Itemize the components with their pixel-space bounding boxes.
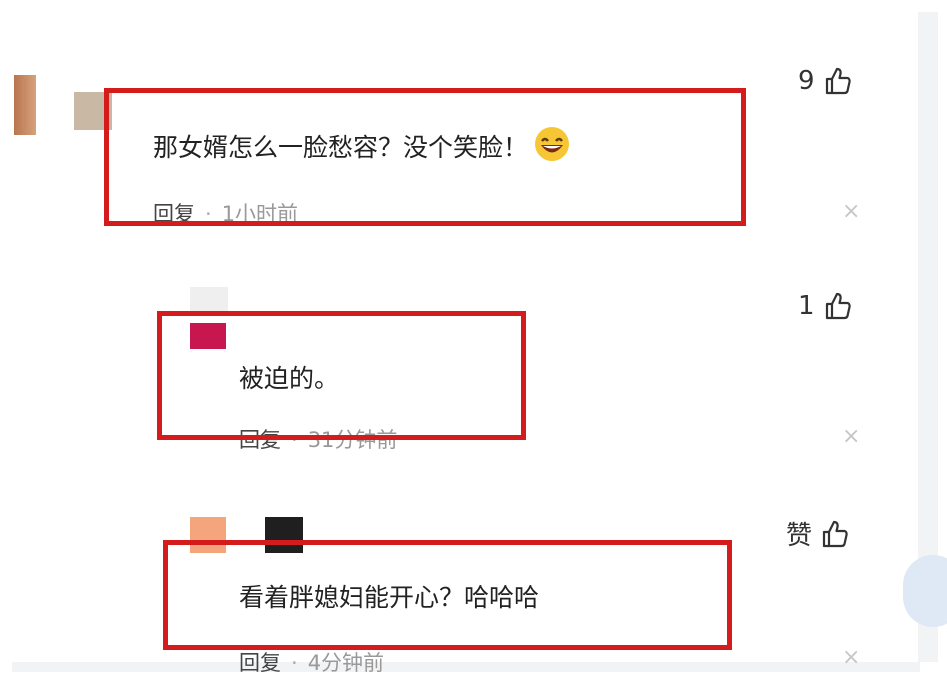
- thumbs-up-icon: [825, 67, 851, 95]
- highlight-box: [157, 311, 526, 440]
- separator-dot: ·: [291, 651, 298, 675]
- like-button[interactable]: 1: [798, 291, 853, 321]
- thumbs-up-icon: [822, 520, 848, 547]
- like-button[interactable]: 9: [798, 66, 853, 96]
- like-count: 1: [798, 291, 815, 321]
- bottom-gutter: [12, 662, 920, 672]
- close-icon[interactable]: ×: [842, 645, 860, 670]
- close-icon[interactable]: ×: [842, 424, 860, 449]
- reply-button[interactable]: 回复: [239, 651, 281, 675]
- like-count: 9: [798, 66, 815, 96]
- close-icon[interactable]: ×: [842, 199, 860, 224]
- avatar[interactable]: [14, 75, 36, 135]
- comment-time: 4分钟前: [307, 651, 385, 675]
- like-button[interactable]: 赞: [786, 515, 850, 552]
- thumbs-up-icon: [825, 292, 851, 320]
- floating-action-button[interactable]: [903, 555, 947, 627]
- highlight-box: [104, 88, 746, 226]
- highlight-box: [163, 540, 732, 650]
- like-label: 赞: [786, 521, 813, 551]
- comment-meta: 回复 · 4分钟前: [239, 647, 384, 677]
